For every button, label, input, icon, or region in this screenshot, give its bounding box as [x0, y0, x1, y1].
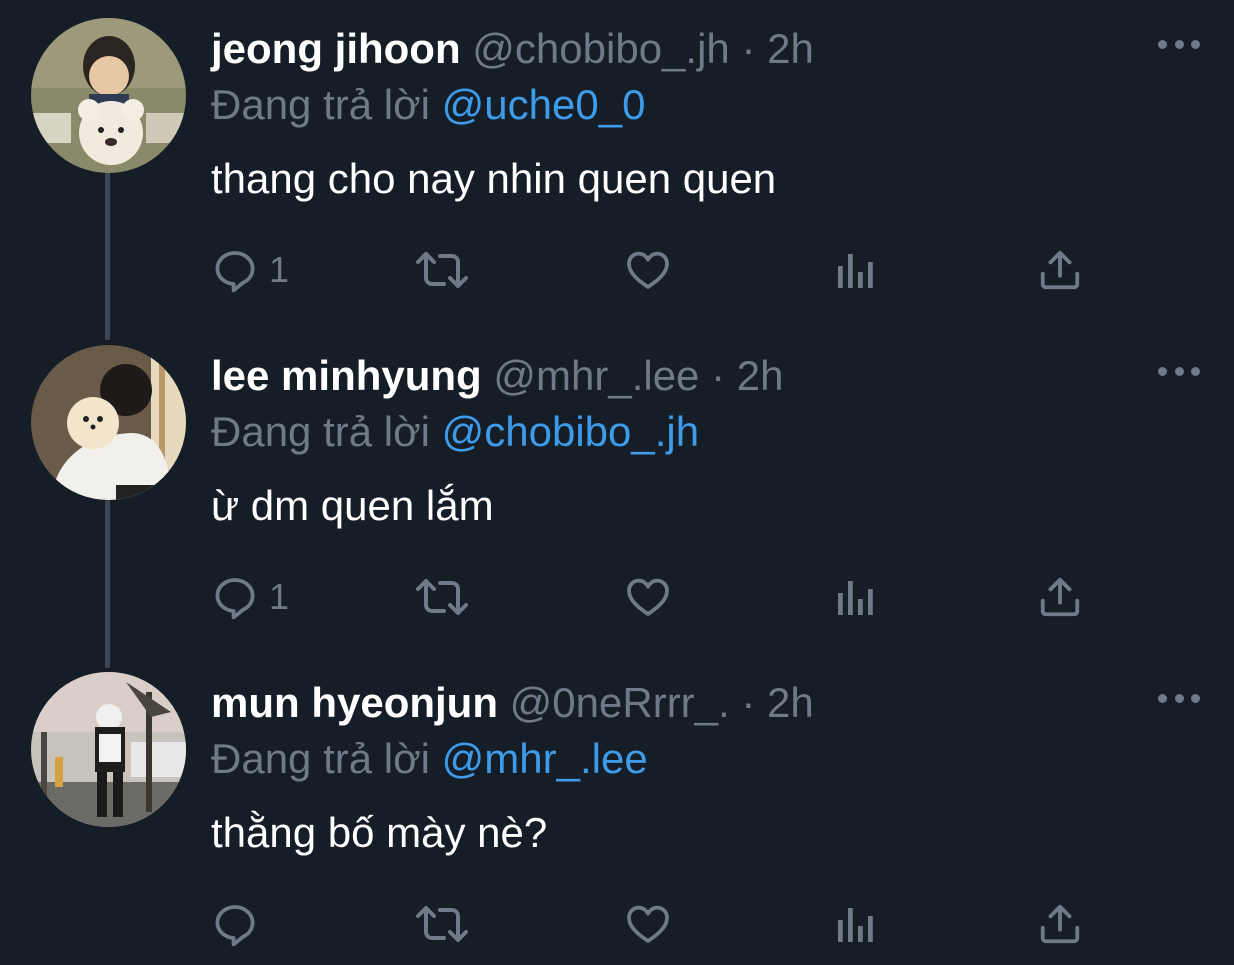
retweet-button[interactable] [414, 570, 470, 624]
timestamp[interactable]: 2h [767, 25, 814, 72]
reply-button[interactable]: 1 [211, 243, 289, 297]
tweet-header: lee minhyung @mhr_.lee · 2h [211, 351, 783, 401]
tweet[interactable]: mun hyeonjun @0neRrrr_. · 2h Đang trả lờ… [0, 654, 1234, 965]
share-icon [1040, 904, 1080, 944]
like-button[interactable] [624, 897, 672, 951]
reply-icon [215, 905, 255, 947]
replying-to: Đang trả lời @chobibo_.jh [211, 407, 699, 457]
retweet-button[interactable] [414, 243, 470, 297]
reply-count: 1 [269, 576, 290, 617]
reply-icon [215, 251, 255, 293]
share-icon [1040, 577, 1080, 617]
stats-button[interactable] [834, 897, 878, 951]
mention-link[interactable]: @uche0_0 [442, 81, 646, 128]
like-button[interactable] [624, 243, 672, 297]
tweet-text: ừ dm quen lắm [211, 482, 494, 529]
reply-count: 1 [269, 249, 290, 290]
more-icon[interactable] [1158, 36, 1200, 52]
user-handle[interactable]: @0neRrrr_. [510, 679, 730, 726]
mention-link[interactable]: @chobibo_.jh [442, 408, 699, 455]
display-name[interactable]: mun hyeonjun [211, 679, 498, 726]
share-button[interactable] [1037, 570, 1083, 624]
replying-to: Đang trả lời @mhr_.lee [211, 734, 648, 784]
avatar[interactable] [31, 345, 186, 500]
stats-button[interactable] [834, 570, 878, 624]
stats-icon [838, 908, 873, 942]
tweet-header: jeong jihoon @chobibo_.jh · 2h [211, 24, 814, 74]
tweet-header: mun hyeonjun @0neRrrr_. · 2h [211, 678, 814, 728]
share-icon [1040, 250, 1080, 290]
replying-to-label: Đang trả lời [211, 81, 430, 128]
like-icon [627, 905, 669, 943]
avatar[interactable] [31, 672, 186, 827]
tweet-actions: 1 [211, 243, 1111, 297]
display-name[interactable]: lee minhyung [211, 352, 482, 399]
stats-icon [838, 254, 873, 288]
like-icon [627, 251, 669, 289]
share-button[interactable] [1037, 897, 1083, 951]
more-icon[interactable] [1158, 690, 1200, 706]
like-icon [627, 578, 669, 616]
replying-to: Đang trả lời @uche0_0 [211, 80, 645, 130]
reply-button[interactable] [211, 897, 269, 951]
tweet[interactable]: jeong jihoon @chobibo_.jh · 2h Đang trả … [0, 0, 1234, 327]
user-handle[interactable]: @mhr_.lee [493, 352, 699, 399]
tweet[interactable]: lee minhyung @mhr_.lee · 2h Đang trả lời… [0, 327, 1234, 654]
timestamp[interactable]: 2h [767, 679, 814, 726]
tweet-actions [211, 897, 1111, 951]
share-button[interactable] [1037, 243, 1083, 297]
tweet-actions: 1 [211, 570, 1111, 624]
stats-button[interactable] [834, 243, 878, 297]
retweet-button[interactable] [414, 897, 470, 951]
user-handle[interactable]: @chobibo_.jh [472, 25, 729, 72]
separator: · [741, 679, 756, 726]
replying-to-label: Đang trả lời [211, 408, 430, 455]
retweet-icon [416, 252, 468, 288]
retweet-icon [416, 579, 468, 615]
separator: · [711, 352, 726, 399]
mention-link[interactable]: @mhr_.lee [442, 735, 648, 782]
timestamp[interactable]: 2h [737, 352, 784, 399]
replying-to-label: Đang trả lời [211, 735, 430, 782]
tweet-text: thang cho nay nhin quen quen [211, 155, 777, 202]
retweet-icon [416, 906, 468, 942]
tweet-text: thằng bố mày nè? [211, 809, 548, 856]
reply-thread: jeong jihoon @chobibo_.jh · 2h Đang trả … [0, 0, 1234, 965]
like-button[interactable] [624, 570, 672, 624]
reply-button[interactable]: 1 [211, 570, 289, 624]
separator: · [741, 25, 756, 72]
avatar[interactable] [31, 18, 186, 173]
reply-icon [215, 578, 255, 620]
stats-icon [838, 581, 873, 615]
more-icon[interactable] [1158, 363, 1200, 379]
display-name[interactable]: jeong jihoon [211, 25, 461, 72]
